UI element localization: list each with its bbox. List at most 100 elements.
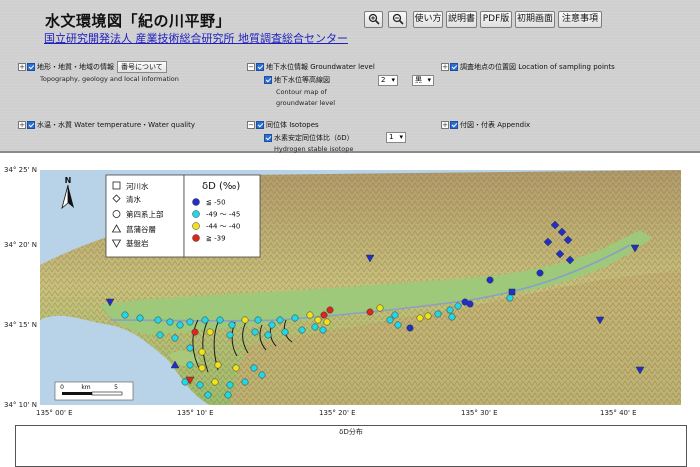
lon-label: 135° 00' E [36,409,73,417]
sampling-point[interactable] [254,316,262,324]
sampling-point[interactable] [281,328,289,336]
sampling-point[interactable] [268,321,276,329]
checkbox-groundwater[interactable] [256,63,264,71]
sampling-point[interactable] [314,316,322,324]
sampling-point[interactable] [154,316,162,324]
initial-screen-button[interactable]: 初期画面 [515,11,555,28]
notes-button[interactable]: 注意事項 [558,11,602,28]
sampling-point[interactable] [454,302,462,310]
sampling-point[interactable] [323,318,331,326]
checkbox-temperature[interactable] [27,121,35,129]
collapse-icon[interactable]: − [247,121,255,129]
sampling-point[interactable] [191,328,199,336]
legend-swatch [192,234,200,242]
sampling-point[interactable] [201,316,209,324]
sampling-point[interactable] [506,294,514,302]
sampling-point[interactable] [198,348,206,356]
lat-label: 34° 15' N [4,321,37,329]
checkbox-hydrogen[interactable] [264,134,272,142]
checkbox-topography[interactable] [27,63,35,71]
sampling-point[interactable] [186,344,194,352]
sampling-point[interactable] [326,306,334,314]
sampling-point[interactable] [536,269,544,277]
zoom-out-button[interactable] [388,11,407,28]
expand-icon[interactable]: + [441,121,449,129]
sampling-point[interactable] [394,321,402,329]
sampling-point[interactable] [206,328,214,336]
sampling-point[interactable] [241,378,249,386]
sampling-point[interactable] [319,326,327,334]
sampling-point[interactable] [196,381,204,389]
sampling-point[interactable] [486,276,494,284]
number-info-button[interactable]: 番号について [117,61,167,73]
pdf-button[interactable]: PDF版 [480,11,512,28]
sampling-point[interactable] [228,321,236,329]
sampling-point[interactable] [156,331,164,339]
sampling-point[interactable] [508,288,516,296]
legend-values: δD (‰) ≦ -50 -49 ～ -45 -44 ～ -40 ≧ -39 [183,174,261,258]
checkbox-appendix[interactable] [450,121,458,129]
sampling-point[interactable] [391,311,399,319]
sampling-point[interactable] [121,311,129,319]
sampling-point[interactable] [258,371,266,379]
legend-value-label: ≦ -50 [206,199,226,207]
sampling-point[interactable] [226,331,234,339]
checkbox-isotopes[interactable] [256,121,264,129]
sampling-point[interactable] [186,361,194,369]
sampling-point[interactable] [216,316,224,324]
section-isotopes: − 同位体 Isotopes [247,121,319,129]
sampling-point[interactable] [466,300,474,308]
sampling-point[interactable] [298,326,306,334]
sampling-point[interactable] [171,334,179,342]
sampling-point[interactable] [376,304,384,312]
sampling-point[interactable] [306,311,314,319]
sampling-point[interactable] [224,391,232,399]
zoom-in-button[interactable] [364,11,383,28]
contour-interval-select[interactable]: 2 [378,75,398,86]
sampling-point[interactable] [434,310,442,318]
sampling-point[interactable] [416,314,424,322]
usage-button[interactable]: 使い方 [413,11,443,28]
sampling-point[interactable] [448,313,456,321]
expand-icon[interactable]: + [18,121,26,129]
sampling-point[interactable] [446,306,454,314]
sampling-point[interactable] [291,314,299,322]
sampling-point[interactable] [176,321,184,329]
lon-label: 135° 10' E [177,409,214,417]
expand-icon[interactable]: + [441,63,449,71]
section-sampling: + 調査地点の位置図 Location of sampling points [441,63,615,71]
sampling-point[interactable] [251,328,259,336]
sampling-point[interactable] [320,311,328,319]
sampling-point[interactable] [166,318,174,326]
sampling-point[interactable] [264,331,272,339]
organization-link[interactable]: 国立研究開発法人 産業技術総合研究所 地質調査総合センター [44,30,348,46]
sampling-point[interactable] [211,378,219,386]
sampling-point[interactable] [424,312,432,320]
contour-color-select[interactable]: 黒 [412,75,434,86]
sampling-point[interactable] [198,364,206,372]
sampling-point[interactable] [366,308,374,316]
collapse-icon[interactable]: − [247,63,255,71]
sampling-point[interactable] [241,316,249,324]
sampling-point[interactable] [226,381,234,389]
scale-zero: 0 [60,384,64,391]
legend-type-label: 清水 [126,194,141,204]
manual-button[interactable]: 説明書 [446,11,477,28]
checkbox-contour[interactable] [264,76,272,84]
sampling-point[interactable] [136,314,144,322]
sampling-point[interactable] [214,361,222,369]
sampling-point[interactable] [232,364,240,372]
lat-label: 34° 25' N [4,166,37,174]
relief-map[interactable]: 河川水 清水 第四系上部 菖蒲谷層 基盤岩 δD (‰) ≦ -50 -49 ～… [40,170,681,405]
sampling-point[interactable] [204,391,212,399]
sampling-point[interactable] [276,316,284,324]
sampling-point[interactable] [386,316,394,324]
expand-icon[interactable]: + [18,63,26,71]
sampling-point[interactable] [186,318,194,326]
isotope-select[interactable]: 1 [386,132,406,143]
checkbox-sampling[interactable] [450,63,458,71]
sampling-point[interactable] [406,324,414,332]
sampling-point[interactable] [311,323,319,331]
sampling-point[interactable] [250,364,258,372]
sampling-point[interactable] [181,378,189,386]
